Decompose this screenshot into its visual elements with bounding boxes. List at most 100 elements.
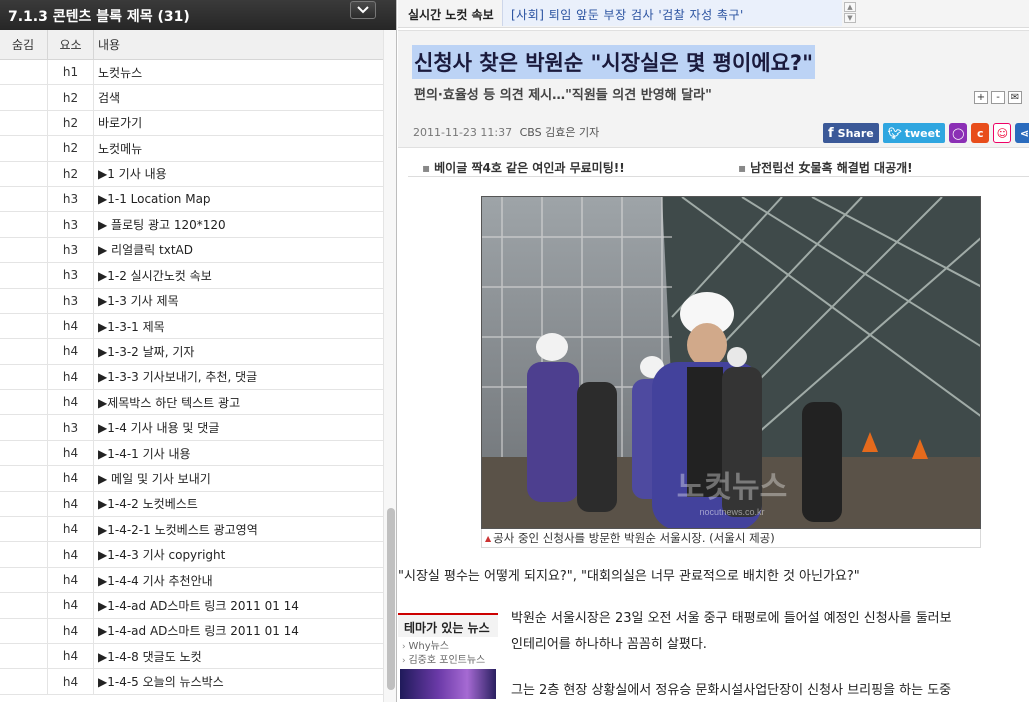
row-content-cell: ▶1-4-8 댓글도 노컷 xyxy=(98,649,202,664)
row-hidden-cell[interactable] xyxy=(0,85,48,110)
table-row[interactable]: h4 ▶ 메일 및 기사 보내기 xyxy=(0,466,383,492)
table-row[interactable]: h3 ▶1-4 기사 내용 및 댓글 xyxy=(0,415,383,441)
table-row[interactable]: h4 ▶1-4-ad AD스마트 링크 2011 01 14 xyxy=(0,618,383,644)
row-content-cell: ▶1-4-2 노컷베스트 xyxy=(98,497,198,512)
table-row[interactable]: h3 ▶ 리얼클릭 txtAD xyxy=(0,237,383,264)
bullet-icon: ▪ xyxy=(738,161,747,175)
row-content-cell: ▶1-3 기사 제목 xyxy=(98,294,179,309)
row-hidden-cell[interactable] xyxy=(0,390,48,415)
arrow-up-icon[interactable]: ▲ xyxy=(844,2,856,12)
heading-table-body: h1 노컷뉴스 h2 검색 h2 바로가기 h2 노컷메뉴 h2 ▶1 기사 내용 h3 ▶1-1 L… xyxy=(0,60,383,695)
row-hidden-cell[interactable] xyxy=(0,110,48,136)
table-row[interactable]: h4 ▶1-4-4 기사 추천안내 xyxy=(0,567,383,594)
row-element-cell: h4 xyxy=(48,313,94,339)
table-row[interactable]: h4 ▶1-4-8 댓글도 노컷 xyxy=(0,643,383,670)
font-increase-button[interactable]: + xyxy=(974,91,988,104)
row-hidden-cell[interactable] xyxy=(0,339,48,364)
panel-title: 7.1.3 콘텐츠 블록 제목 (31) xyxy=(8,9,190,25)
me2day-share-button[interactable]: ◯ xyxy=(949,123,968,143)
row-content-cell: ▶1-4-3 기사 copyright xyxy=(98,548,226,563)
text-tools: + - ✉ xyxy=(974,91,1022,104)
panel-scrollbar[interactable] xyxy=(383,30,396,702)
ticker-headline-link[interactable]: [사회] 퇴임 앞둔 부장 검사 '검찰 자성 촉구' xyxy=(511,6,744,23)
photo-caption: ▲ 공사 중인 신청사를 방문한 박원순 서울시장. (서울시 제공) xyxy=(481,529,981,548)
row-hidden-cell[interactable] xyxy=(0,415,48,440)
table-row[interactable]: h4 ▶1-3-3 기사보내기, 추천, 댓글 xyxy=(0,364,383,391)
table-row[interactable]: h4 ▶1-4-2-1 노컷베스트 광고영역 xyxy=(0,517,383,543)
row-content-cell: ▶ 리얼클릭 txtAD xyxy=(98,243,193,258)
table-row[interactable]: h2 검색 xyxy=(0,85,383,111)
twitter-share-button[interactable]: 🐦︎ tweet xyxy=(882,123,946,143)
row-hidden-cell[interactable] xyxy=(0,440,48,466)
row-element-cell: h4 xyxy=(48,669,94,694)
cyworld-share-button[interactable]: c xyxy=(971,123,990,143)
theme-news-item[interactable]: › 김중호 포인트뉴스 xyxy=(398,651,498,666)
table-row[interactable]: h3 ▶1-1 Location Map xyxy=(0,186,383,213)
row-hidden-cell[interactable] xyxy=(0,567,48,593)
article-photo: 노컷뉴스 nocutnews.co.kr xyxy=(481,196,981,529)
row-hidden-cell[interactable] xyxy=(0,136,48,161)
row-content-cell: ▶제목박스 하단 텍스트 광고 xyxy=(98,395,241,410)
table-row[interactable]: h3 ▶ 플로팅 광고 120*120 xyxy=(0,212,383,238)
table-row[interactable]: h2 노컷메뉴 xyxy=(0,136,383,162)
row-hidden-cell[interactable] xyxy=(0,313,48,339)
facebook-share-button[interactable]: f Share xyxy=(823,123,879,143)
row-hidden-cell[interactable] xyxy=(0,161,48,186)
text-ad-link[interactable]: ▪ 베이글 짝4호 같은 여인과 무료미팅!! xyxy=(422,159,625,176)
row-hidden-cell[interactable] xyxy=(0,618,48,643)
row-hidden-cell[interactable] xyxy=(0,593,48,618)
row-hidden-cell[interactable] xyxy=(0,263,48,288)
row-hidden-cell[interactable] xyxy=(0,542,48,567)
table-row[interactable]: h4 ▶1-4-ad AD스마트 링크 2011 01 14 xyxy=(0,593,383,619)
chevron-down-icon xyxy=(357,6,369,14)
theme-news-item[interactable]: › Why뉴스 xyxy=(398,637,498,652)
row-element-cell: h4 xyxy=(48,517,94,542)
row-content-cell: ▶1-3-3 기사보내기, 추천, 댓글 xyxy=(98,370,258,385)
row-hidden-cell[interactable] xyxy=(0,212,48,237)
row-hidden-cell[interactable] xyxy=(0,517,48,542)
column-content[interactable]: 내용 xyxy=(94,30,383,59)
scrollbar-thumb[interactable] xyxy=(387,508,395,690)
table-row[interactable]: h4 ▶1-4-2 노컷베스트 xyxy=(0,491,383,518)
email-button[interactable]: ✉ xyxy=(1008,91,1022,104)
row-hidden-cell[interactable] xyxy=(0,643,48,669)
row-hidden-cell[interactable] xyxy=(0,466,48,491)
row-element-cell: h4 xyxy=(48,440,94,466)
collapse-button[interactable] xyxy=(350,1,376,19)
table-row[interactable]: h4 ▶제목박스 하단 텍스트 광고 xyxy=(0,390,383,416)
row-hidden-cell[interactable] xyxy=(0,237,48,263)
table-row[interactable]: h3 ▶1-3 기사 제목 xyxy=(0,288,383,314)
table-row[interactable]: h2 바로가기 xyxy=(0,110,383,137)
speech-bubble-icon: ◯ xyxy=(952,126,965,140)
arrow-down-icon[interactable]: ▼ xyxy=(844,13,856,23)
table-row[interactable]: h4 ▶1-4-3 기사 copyright xyxy=(0,542,383,568)
table-row[interactable]: h1 노컷뉴스 xyxy=(0,60,383,86)
row-hidden-cell[interactable] xyxy=(0,288,48,313)
table-row[interactable]: h3 ▶1-2 실시간노컷 속보 xyxy=(0,263,383,289)
row-hidden-cell[interactable] xyxy=(0,60,48,85)
ticker-box: [사회] 퇴임 앞둔 부장 검사 '검찰 자성 촉구' xyxy=(502,0,842,26)
table-row[interactable]: h4 ▶1-4-1 기사 내용 xyxy=(0,440,383,467)
font-decrease-button[interactable]: - xyxy=(991,91,1005,104)
row-hidden-cell[interactable] xyxy=(0,669,48,694)
table-row[interactable]: h2 ▶1 기사 내용 xyxy=(0,161,383,187)
row-hidden-cell[interactable] xyxy=(0,186,48,212)
table-row[interactable]: h4 ▶1-3-2 날짜, 기자 xyxy=(0,339,383,365)
row-hidden-cell[interactable] xyxy=(0,491,48,517)
paragraph-line: 그는 2층 현장 상황실에서 정유승 문화시설사업단장이 신청사 브리핑을 하는… xyxy=(511,683,952,698)
column-hidden[interactable]: 숨김 xyxy=(0,30,48,59)
row-element-cell: h4 xyxy=(48,364,94,390)
article-byline: CBS 김효은 기자 xyxy=(519,126,600,139)
column-element[interactable]: 요소 xyxy=(48,30,94,59)
more-share-button[interactable]: ⋖ xyxy=(1015,123,1029,143)
row-hidden-cell[interactable] xyxy=(0,364,48,390)
theme-news-thumbnail[interactable] xyxy=(400,669,496,699)
table-row[interactable]: h4 ▶1-4-5 오늘의 뉴스박스 xyxy=(0,669,383,695)
table-row[interactable]: h4 ▶1-3-1 제목 xyxy=(0,313,383,340)
article-headline: 신청사 찾은 박원순 "시장실은 몇 평이에요?" xyxy=(412,45,816,79)
yozm-share-button[interactable]: ☺ xyxy=(993,123,1012,143)
row-element-cell: h4 xyxy=(48,466,94,491)
text-ad-label: 베이글 짝4호 같은 여인과 무료미팅!! xyxy=(434,161,625,175)
text-ad-link[interactable]: ▪ 남전립선 女물혹 해결법 대공개! xyxy=(738,159,913,176)
row-element-cell: h3 xyxy=(48,237,94,263)
